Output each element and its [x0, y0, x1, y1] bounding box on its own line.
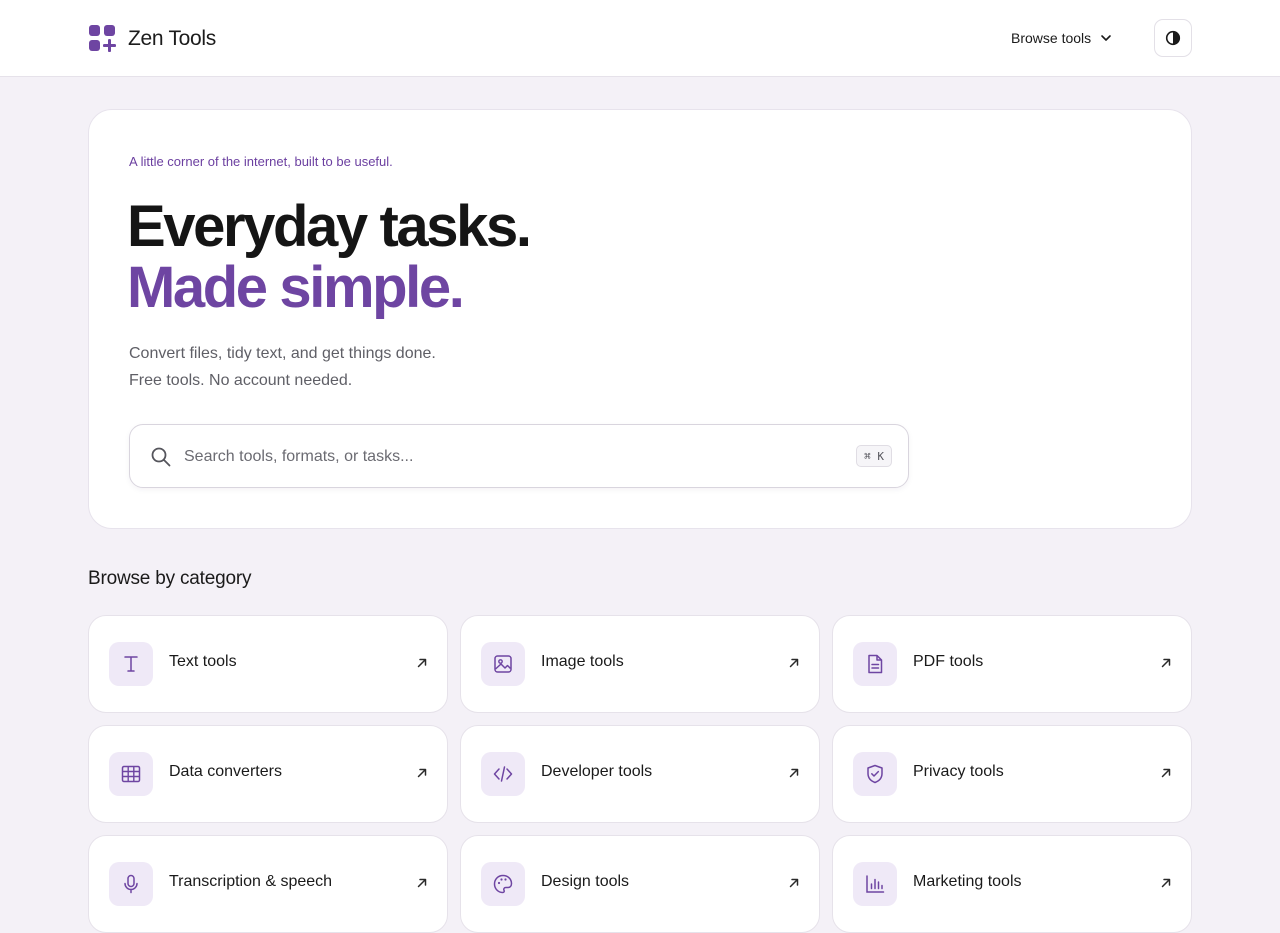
- search-icon: [151, 447, 171, 467]
- category-label: Design tools: [541, 873, 630, 890]
- category-card-design-tools[interactable]: Design tools: [460, 835, 820, 933]
- category-card-image-tools[interactable]: Image tools: [460, 615, 820, 713]
- chevron-down-icon: [1101, 35, 1111, 41]
- arrow-up-right-icon: [1161, 768, 1171, 778]
- code-icon: [493, 766, 513, 782]
- category-icon-tile: [481, 862, 525, 906]
- category-card-transcription-speech[interactable]: Transcription & speech: [88, 835, 448, 933]
- brand-name: Zen Tools: [128, 27, 216, 50]
- arrow-up-right-icon: [417, 658, 427, 668]
- category-icon-tile: [481, 642, 525, 686]
- keyboard-shortcut-hint: ⌘ K: [856, 445, 892, 467]
- search-box[interactable]: ⌘ K: [129, 424, 909, 488]
- category-card-developer-tools[interactable]: Developer tools: [460, 725, 820, 823]
- arrow-up-right-icon: [1161, 878, 1171, 888]
- arrow-up-right-icon: [417, 878, 427, 888]
- category-card-data-converters[interactable]: Data converters: [88, 725, 448, 823]
- hero-subtitle-line-2: Free tools. No account needed.: [129, 372, 353, 389]
- arrow-up-right-icon: [789, 658, 799, 668]
- table-icon: [121, 765, 141, 783]
- bar-chart-icon: [866, 875, 885, 893]
- browse-tools-dropdown[interactable]: Browse tools: [1000, 20, 1124, 56]
- hero-card: A little corner of the internet, built t…: [88, 109, 1192, 529]
- arrow-up-right-icon: [417, 768, 427, 778]
- category-icon-tile: [853, 862, 897, 906]
- palette-icon: [493, 874, 513, 894]
- category-label: Data converters: [169, 763, 282, 780]
- category-card-privacy-tools[interactable]: Privacy tools: [832, 725, 1192, 823]
- hero-title-line-1: Everyday tasks.: [127, 194, 532, 259]
- category-label: Developer tools: [541, 763, 653, 780]
- microphone-icon: [124, 874, 138, 894]
- category-label: Marketing tools: [913, 873, 1022, 890]
- logo-grid-plus-icon: [89, 25, 116, 52]
- browse-tools-label: Browse tools: [1011, 30, 1092, 46]
- contrast-icon: [1165, 30, 1181, 46]
- category-icon-tile: [853, 642, 897, 686]
- brand-home-link[interactable]: Zen Tools: [88, 24, 216, 54]
- category-card-marketing-tools[interactable]: Marketing tools: [832, 835, 1192, 933]
- category-label: Image tools: [541, 653, 624, 670]
- arrow-up-right-icon: [1161, 658, 1171, 668]
- hero-subtitle-line-1: Convert files, tidy text, and get things…: [129, 345, 436, 362]
- search-input[interactable]: [184, 439, 824, 475]
- top-navigation-bar: Zen Tools Browse tools: [0, 0, 1280, 77]
- category-card-pdf-tools[interactable]: PDF tools: [832, 615, 1192, 713]
- category-label: Privacy tools: [913, 763, 1004, 780]
- arrow-up-right-icon: [789, 878, 799, 888]
- shield-check-icon: [867, 764, 883, 784]
- text-icon: [124, 656, 138, 672]
- category-icon-tile: [109, 862, 153, 906]
- category-label: Transcription & speech: [169, 873, 333, 890]
- category-icon-tile: [109, 642, 153, 686]
- document-icon: [868, 654, 883, 674]
- category-icon-tile: [109, 752, 153, 796]
- hero-eyebrow: A little corner of the internet, built t…: [129, 154, 393, 169]
- theme-toggle-button[interactable]: [1154, 19, 1192, 57]
- category-label: PDF tools: [913, 653, 984, 670]
- section-title-browse-by-category: Browse by category: [88, 568, 252, 589]
- category-card-text-tools[interactable]: Text tools: [88, 615, 448, 713]
- image-icon: [494, 655, 512, 673]
- category-label: Text tools: [169, 653, 237, 670]
- hero-title-line-2: Made simple.: [127, 255, 465, 320]
- category-icon-tile: [853, 752, 897, 796]
- arrow-up-right-icon: [789, 768, 799, 778]
- category-icon-tile: [481, 752, 525, 796]
